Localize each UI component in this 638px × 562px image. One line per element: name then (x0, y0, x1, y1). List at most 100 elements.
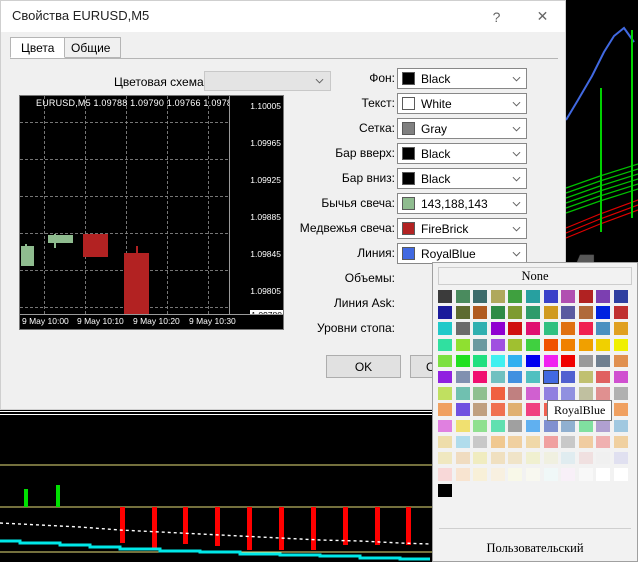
palette-swatch[interactable] (508, 387, 522, 400)
palette-swatch[interactable] (561, 290, 575, 303)
palette-swatch[interactable] (596, 436, 610, 449)
palette-swatch[interactable] (614, 420, 628, 433)
palette-swatch[interactable] (561, 452, 575, 465)
palette-swatch[interactable] (491, 452, 505, 465)
palette-swatch[interactable] (473, 387, 487, 400)
palette-swatch[interactable] (596, 306, 610, 319)
palette-swatch[interactable] (614, 322, 628, 335)
palette-swatch[interactable] (614, 371, 628, 384)
palette-swatch[interactable] (544, 468, 558, 481)
palette-swatch[interactable] (614, 339, 628, 352)
palette-swatch[interactable] (456, 322, 470, 335)
palette-swatch[interactable] (491, 322, 505, 335)
palette-swatch[interactable] (438, 322, 452, 335)
palette-swatch[interactable] (473, 468, 487, 481)
palette-swatch[interactable] (544, 339, 558, 352)
palette-swatch[interactable] (614, 306, 628, 319)
palette-swatch[interactable] (438, 484, 452, 497)
palette-swatch[interactable] (579, 339, 593, 352)
palette-swatch[interactable] (508, 290, 522, 303)
palette-swatch[interactable] (473, 420, 487, 433)
palette-swatch[interactable] (473, 355, 487, 368)
palette-swatch[interactable] (526, 468, 540, 481)
palette-swatch[interactable] (526, 452, 540, 465)
color-select-text[interactable]: White (397, 93, 527, 114)
palette-swatch[interactable] (526, 371, 540, 384)
tab-colors[interactable]: Цвета (10, 37, 65, 58)
close-icon[interactable]: ✕ (520, 1, 565, 32)
palette-swatch[interactable] (473, 452, 487, 465)
palette-swatch[interactable] (473, 322, 487, 335)
palette-swatch[interactable] (526, 355, 540, 368)
palette-swatch[interactable] (526, 322, 540, 335)
palette-swatch[interactable] (508, 452, 522, 465)
palette-swatch[interactable] (491, 371, 505, 384)
palette-swatch[interactable] (438, 436, 452, 449)
palette-swatch[interactable] (544, 355, 558, 368)
palette-swatch[interactable] (526, 306, 540, 319)
palette-swatch[interactable] (438, 371, 452, 384)
palette-swatch[interactable] (508, 403, 522, 416)
color-select-grid[interactable]: Gray (397, 118, 527, 139)
palette-swatch[interactable] (579, 322, 593, 335)
palette-swatch[interactable] (614, 387, 628, 400)
palette-swatch[interactable] (491, 339, 505, 352)
palette-swatch[interactable] (579, 436, 593, 449)
palette-swatch[interactable] (508, 355, 522, 368)
palette-custom-option[interactable]: Пользовательский (433, 537, 637, 559)
palette-swatch[interactable] (561, 322, 575, 335)
palette-swatch[interactable] (561, 420, 575, 433)
palette-swatch[interactable] (561, 339, 575, 352)
palette-swatch[interactable] (438, 306, 452, 319)
color-select-bar-down[interactable]: Black (397, 168, 527, 189)
palette-swatch[interactable] (456, 290, 470, 303)
palette-swatch[interactable] (596, 468, 610, 481)
palette-swatch[interactable] (596, 420, 610, 433)
palette-swatch[interactable] (614, 468, 628, 481)
palette-swatch[interactable] (508, 436, 522, 449)
palette-swatch[interactable] (438, 290, 452, 303)
palette-swatch[interactable] (473, 403, 487, 416)
palette-swatch[interactable] (456, 355, 470, 368)
ok-button[interactable]: OK (326, 355, 401, 378)
dialog-titlebar[interactable]: Свойства EURUSD,M5 ? ✕ (1, 1, 565, 32)
palette-swatch[interactable] (438, 452, 452, 465)
palette-swatch[interactable] (491, 403, 505, 416)
palette-swatch[interactable] (596, 371, 610, 384)
palette-swatch[interactable] (438, 403, 452, 416)
palette-swatch[interactable] (561, 306, 575, 319)
palette-swatch[interactable] (456, 371, 470, 384)
palette-swatch[interactable] (561, 387, 575, 400)
color-select-bear-candle[interactable]: FireBrick (397, 218, 527, 239)
palette-swatch[interactable] (526, 436, 540, 449)
palette-swatch[interactable] (561, 355, 575, 368)
palette-swatch[interactable] (544, 420, 558, 433)
palette-swatch[interactable] (456, 452, 470, 465)
palette-swatch[interactable] (544, 371, 558, 384)
palette-swatch[interactable] (508, 339, 522, 352)
palette-swatch[interactable] (614, 403, 628, 416)
color-scheme-select[interactable] (204, 71, 331, 91)
palette-swatch[interactable] (579, 452, 593, 465)
palette-swatch[interactable] (473, 339, 487, 352)
palette-swatch[interactable] (544, 452, 558, 465)
palette-swatch[interactable] (491, 468, 505, 481)
palette-none-option[interactable]: None (438, 267, 632, 285)
tab-common[interactable]: Общие (60, 37, 121, 58)
palette-swatch[interactable] (614, 436, 628, 449)
palette-swatch[interactable] (508, 322, 522, 335)
palette-swatch[interactable] (491, 290, 505, 303)
palette-swatch[interactable] (596, 452, 610, 465)
palette-swatch[interactable] (508, 420, 522, 433)
palette-swatch[interactable] (456, 420, 470, 433)
palette-swatch[interactable] (508, 371, 522, 384)
palette-swatch[interactable] (438, 387, 452, 400)
palette-swatch[interactable] (508, 468, 522, 481)
palette-swatch[interactable] (473, 306, 487, 319)
palette-swatch[interactable] (579, 371, 593, 384)
palette-swatch[interactable] (544, 387, 558, 400)
palette-swatch[interactable] (491, 355, 505, 368)
palette-swatch[interactable] (614, 290, 628, 303)
palette-swatch[interactable] (491, 436, 505, 449)
palette-swatch[interactable] (579, 420, 593, 433)
